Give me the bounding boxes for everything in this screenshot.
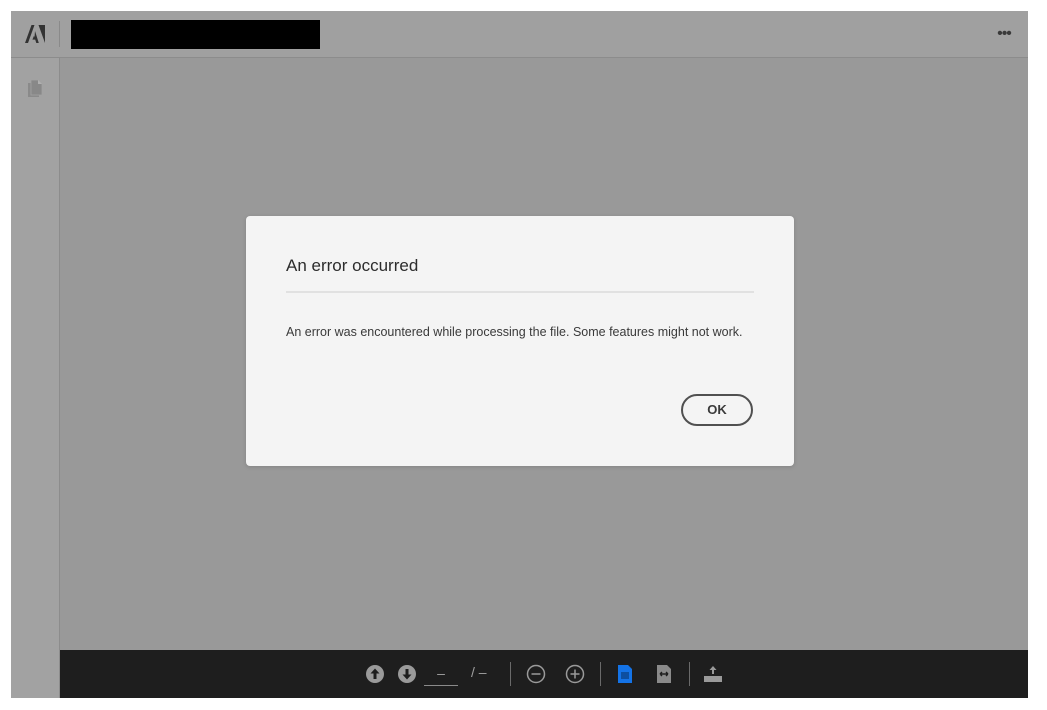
arrow-down-circle-icon[interactable]	[397, 664, 417, 684]
download-icon[interactable]	[703, 664, 723, 684]
adobe-logo-icon	[25, 25, 45, 43]
dialog-title: An error occurred	[286, 256, 419, 275]
minus-circle-icon[interactable]	[526, 664, 546, 684]
page-total: / –	[471, 664, 487, 680]
bottom-toolbar: / –	[60, 650, 1028, 698]
fit-width-icon[interactable]	[654, 664, 674, 684]
viewer-window: ••• An error occurred An error was encou…	[11, 11, 1028, 698]
arrow-up-circle-icon[interactable]	[365, 664, 385, 684]
fit-page-icon[interactable]	[615, 664, 635, 684]
top-bar: •••	[11, 11, 1028, 58]
dialog-divider	[286, 291, 754, 293]
dialog-message: An error was encountered while processin…	[286, 325, 743, 339]
page-number-input[interactable]	[424, 661, 458, 686]
toolbar-divider	[510, 662, 511, 686]
topbar-divider	[59, 21, 60, 47]
document-title	[71, 20, 320, 49]
ellipsis-icon: •••	[997, 25, 1012, 42]
toolbar-divider	[689, 662, 690, 686]
error-dialog: An error occurred An error was encounter…	[246, 216, 794, 466]
plus-circle-icon[interactable]	[565, 664, 585, 684]
more-options-button[interactable]: •••	[994, 23, 1014, 45]
ok-button[interactable]: OK	[681, 394, 753, 426]
page-thumbnails-icon[interactable]	[27, 80, 43, 98]
toolbar-divider	[600, 662, 601, 686]
left-sidebar	[11, 58, 60, 698]
